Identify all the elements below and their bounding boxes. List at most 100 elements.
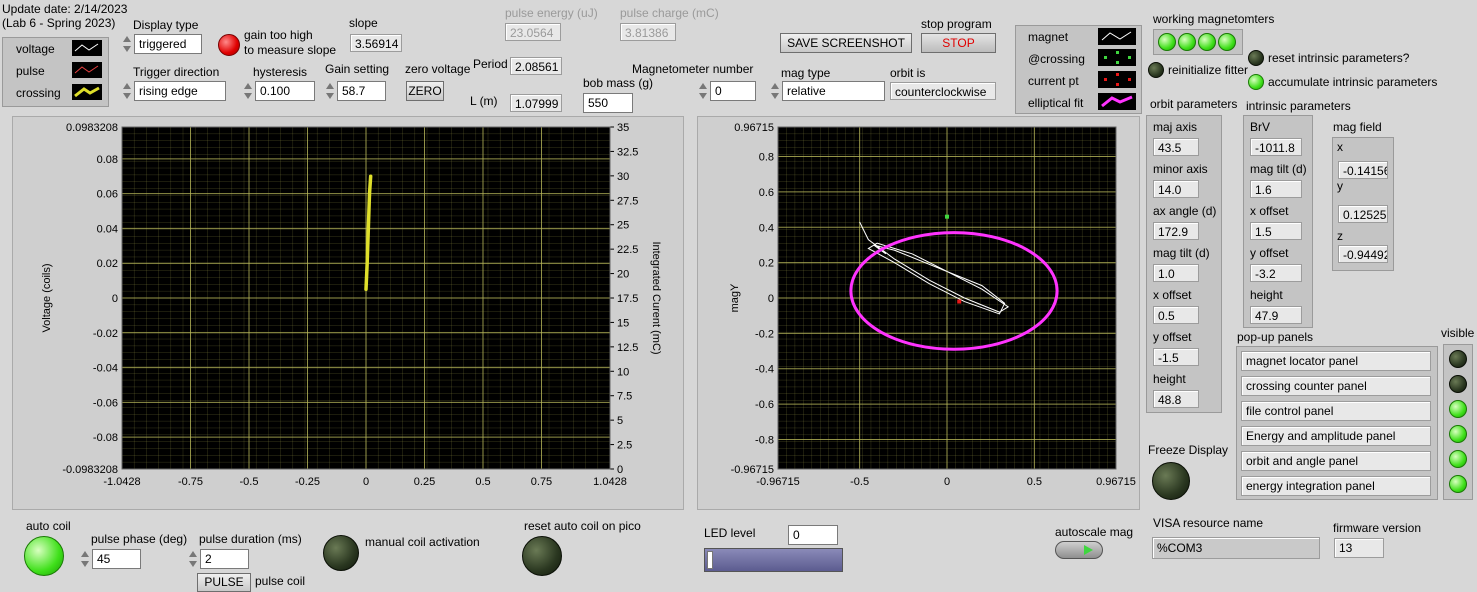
- pulse-duration-input[interactable]: 2: [200, 549, 249, 569]
- pulse-phase-input[interactable]: 45: [92, 549, 141, 569]
- y2-tick-label: 22.5: [617, 244, 638, 256]
- gain-setting-input[interactable]: 58.7: [337, 81, 386, 101]
- working-magnetometers-label: working magnetomters: [1153, 12, 1275, 26]
- x-tick-label: 0: [363, 476, 369, 488]
- visible-led-crossing-counter[interactable]: [1449, 375, 1467, 393]
- orbit-height-label: height: [1153, 372, 1186, 386]
- y-tick-label: -0.6: [755, 399, 774, 411]
- reset-auto-coil-button[interactable]: [522, 536, 562, 576]
- mag-type-select[interactable]: relative: [782, 81, 885, 101]
- popup-item-orbit-angle[interactable]: orbit and angle panel: [1241, 451, 1431, 471]
- bob-mass-input[interactable]: 550: [583, 93, 633, 113]
- mag-y-axis-label: magY: [729, 283, 741, 312]
- intrinsic-brv-label: BrV: [1250, 120, 1271, 134]
- magnetometer-number-input[interactable]: 0: [710, 81, 756, 101]
- reset-intrinsic-led[interactable]: [1248, 50, 1264, 66]
- pulse-phase-spinner[interactable]: [80, 549, 90, 569]
- visa-value: COM3: [1167, 541, 1203, 555]
- autoscale-mag-toggle[interactable]: [1055, 541, 1103, 559]
- y-tick-label: 0: [112, 293, 118, 305]
- manual-coil-button[interactable]: [323, 535, 359, 571]
- hysteresis-input[interactable]: 0.100: [255, 81, 315, 101]
- reinitialize-fitter-led[interactable]: [1148, 62, 1164, 78]
- y-tick-label: -0.96715: [731, 464, 774, 476]
- y-tick-label: 0.02: [97, 258, 118, 270]
- x-tick-label: 0.5: [1027, 476, 1042, 488]
- intrinsic-y-offset-label: y offset: [1250, 246, 1289, 260]
- orbit-mag-tilt-value: 1.0: [1153, 264, 1199, 282]
- y2-tick-label: 35: [617, 122, 629, 134]
- display-type-spinner[interactable]: [122, 34, 132, 54]
- y2-tick-label: 15: [617, 317, 629, 329]
- trigger-direction-spinner[interactable]: [122, 81, 132, 101]
- visible-led-energy-integration[interactable]: [1449, 475, 1467, 493]
- y-tick-label: -0.08: [93, 432, 118, 444]
- y2-tick-label: 0: [617, 464, 623, 476]
- mag-type-spinner[interactable]: [770, 81, 780, 101]
- reset-auto-coil-label: reset auto coil on pico: [524, 519, 641, 533]
- freeze-display-button[interactable]: [1152, 462, 1190, 500]
- led-level-label: LED level: [704, 526, 756, 540]
- y-tick-label: 0.8: [759, 152, 774, 164]
- voltage-plot[interactable]: -1.0428 -0.75 -0.5 -0.25 0 0.25 0.5 0.75 1.04280…: [13, 117, 685, 511]
- gain-warning-led: [218, 34, 240, 56]
- intrinsic-brv-value: -1011.8: [1250, 138, 1302, 156]
- intrinsic-height-label: height: [1250, 288, 1283, 302]
- popup-item-crossing-counter[interactable]: crossing counter panel: [1241, 376, 1431, 396]
- bob-mass-label: bob mass (g): [583, 76, 654, 90]
- led-level-input[interactable]: 0: [788, 525, 838, 545]
- pulse-duration-spinner[interactable]: [188, 549, 198, 569]
- accumulate-intrinsic-led[interactable]: [1248, 74, 1264, 90]
- autoscale-mag-label: autoscale mag: [1055, 525, 1134, 539]
- orbit-minor-axis-label: minor axis: [1153, 162, 1208, 176]
- pulse-energy-label: pulse energy (uJ): [505, 6, 598, 20]
- intrinsic-mag-tilt-label: mag tilt (d): [1250, 162, 1307, 176]
- y2-tick-label: 2.5: [617, 440, 632, 452]
- pulse-button[interactable]: PULSE: [197, 573, 251, 592]
- visa-resource-select[interactable]: %COM3: [1152, 537, 1320, 559]
- orbit-minor-axis-value: 14.0: [1153, 180, 1199, 198]
- popup-item-file-control[interactable]: file control panel: [1241, 401, 1431, 421]
- stop-program-label: stop program: [921, 17, 992, 31]
- legend-pulse-label: pulse: [16, 64, 45, 78]
- visible-led-energy-amplitude[interactable]: [1449, 425, 1467, 443]
- x-tick-label: -0.5: [240, 476, 259, 488]
- gain-setting-spinner[interactable]: [325, 81, 335, 101]
- y2-tick-label: 25: [617, 220, 629, 232]
- mag-field-y-value: 0.12525: [1338, 205, 1388, 223]
- y-tick-label: 0.6: [759, 187, 774, 199]
- popup-item-energy-integration[interactable]: energy integration panel: [1241, 476, 1431, 496]
- y-tick-label: 0.0983208: [66, 122, 118, 134]
- visible-led-orbit-angle[interactable]: [1449, 450, 1467, 468]
- y2-tick-label: 30: [617, 171, 629, 183]
- auto-coil-button[interactable]: [24, 536, 64, 576]
- hysteresis-spinner[interactable]: [243, 81, 253, 101]
- orbit-ax-angle-value: 172.9: [1153, 222, 1199, 240]
- stop-button[interactable]: STOP: [921, 33, 996, 53]
- manual-coil-label: manual coil activation: [365, 535, 480, 549]
- visible-led-file-control[interactable]: [1449, 400, 1467, 418]
- led-level-slider-thumb[interactable]: [707, 551, 713, 569]
- popup-item-energy-amplitude[interactable]: Energy and amplitude panel: [1241, 426, 1431, 446]
- mag-plot[interactable]: -0.96715 -0.5 0 0.5 0.96715 0.96715 0.8 0.6 0.4 0…: [698, 117, 1141, 511]
- legend-current-label: current pt: [1028, 74, 1079, 88]
- current-point: [957, 299, 962, 304]
- trigger-direction-select[interactable]: rising edge: [134, 81, 226, 101]
- popup-item-magnet-locator[interactable]: magnet locator panel: [1241, 351, 1431, 371]
- x-tick-label: 0: [944, 476, 950, 488]
- visible-led-magnet-locator[interactable]: [1449, 350, 1467, 368]
- intrinsic-x-offset-label: x offset: [1250, 204, 1289, 218]
- period-label: Period: [473, 57, 508, 71]
- display-type-select[interactable]: triggered: [134, 34, 202, 54]
- orbit-x-offset-label: x offset: [1153, 288, 1192, 302]
- y2-tick-label: 10: [617, 366, 629, 378]
- legend-magnet-swatch: [1098, 28, 1136, 45]
- zero-button[interactable]: ZERO: [406, 81, 444, 101]
- save-screenshot-button[interactable]: SAVE SCREENSHOT: [780, 33, 912, 53]
- y2-tick-label: 12.5: [617, 342, 638, 354]
- freeze-display-label: Freeze Display: [1148, 443, 1229, 457]
- voltage-plot-frame: -1.0428 -0.75 -0.5 -0.25 0 0.25 0.5 0.75 1.0428 0…: [12, 116, 684, 510]
- magnetometer-number-spinner[interactable]: [698, 81, 708, 101]
- y2-tick-label: 17.5: [617, 293, 638, 305]
- led-level-slider[interactable]: [704, 548, 843, 572]
